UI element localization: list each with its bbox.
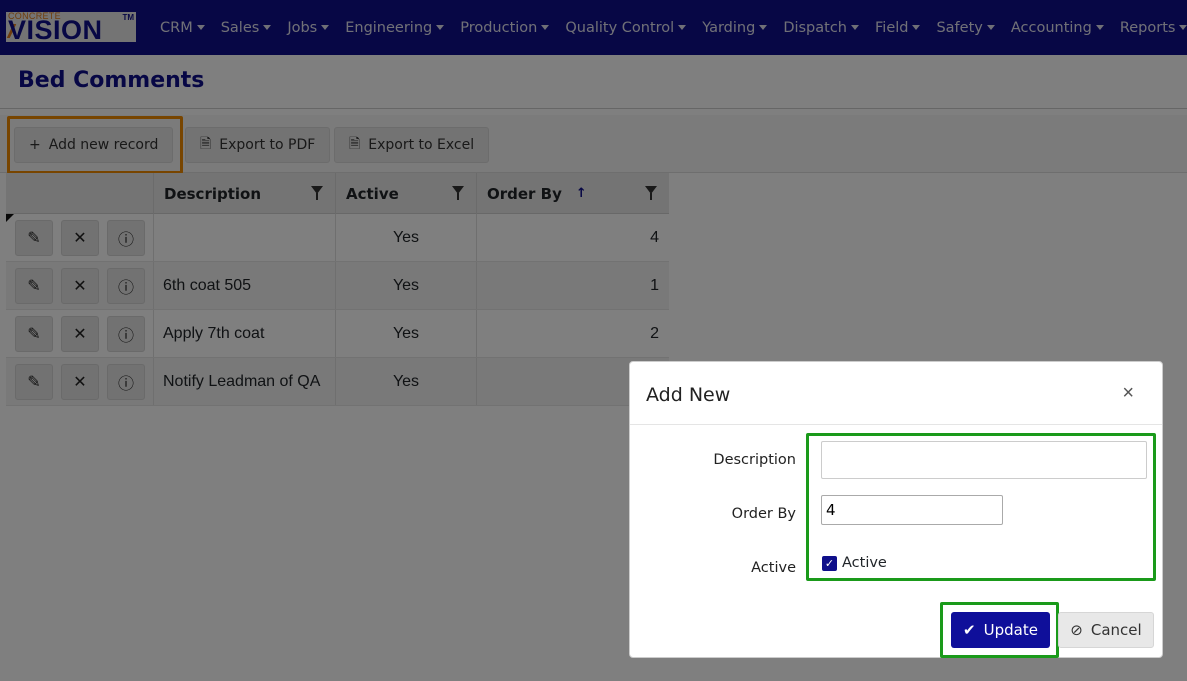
dialog-divider [630, 424, 1162, 425]
cancel-icon: ⊘ [1070, 621, 1083, 639]
dialog-title: Add New [646, 384, 731, 406]
close-icon[interactable]: × [1122, 382, 1134, 405]
order-by-label: Order By [731, 506, 796, 522]
active-label: Active [751, 560, 796, 576]
cancel-button[interactable]: ⊘ Cancel [1058, 612, 1154, 648]
cancel-label: Cancel [1090, 621, 1142, 639]
update-button-highlight [940, 602, 1059, 658]
add-new-dialog: Add New × Description Order By 4 Active … [629, 361, 1163, 658]
form-fields-highlight [806, 433, 1156, 581]
description-label: Description [713, 452, 796, 468]
